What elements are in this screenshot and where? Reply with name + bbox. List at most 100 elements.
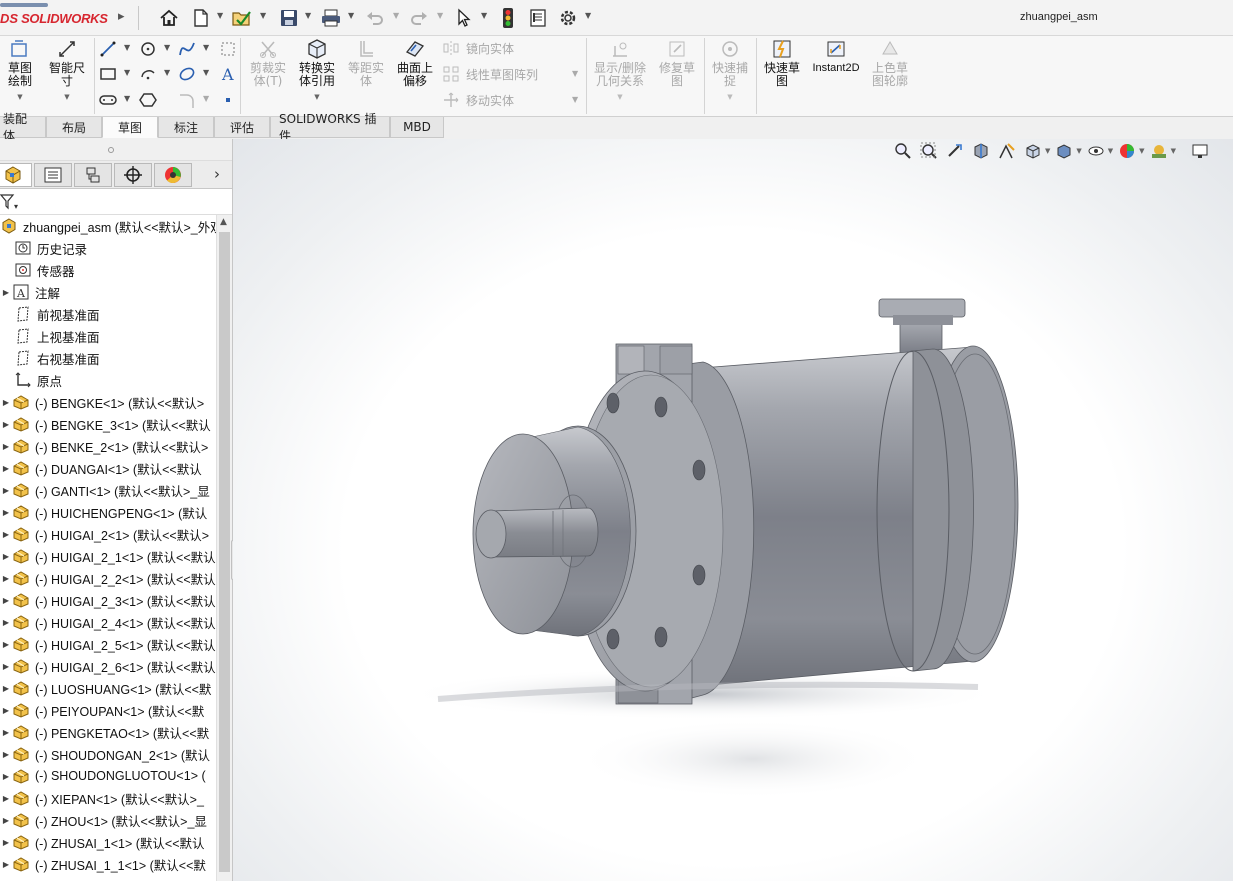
solidworks-logo[interactable]: DS SOLIDWORKS — [0, 8, 108, 28]
chevron-up-icon[interactable]: ▲ — [220, 217, 227, 227]
expand-icon[interactable]: ▶ — [0, 838, 12, 847]
expand-icon[interactable]: ▶ — [0, 530, 12, 539]
tree-item[interactable]: 传感器 — [0, 259, 216, 281]
tree-component-item[interactable]: ▶ (-) HUIGAI_2_5<1> (默认<<默认 — [0, 633, 216, 655]
expand-icon[interactable]: ▶ — [0, 288, 12, 297]
chevron-right-icon[interactable]: › — [214, 165, 220, 183]
chevron-down-icon[interactable]: ▼ — [124, 94, 130, 103]
tree-item[interactable]: 右视基准面 — [0, 347, 216, 369]
chevron-down-icon[interactable]: ▼ — [348, 11, 354, 20]
display-manager-icon[interactable] — [154, 163, 192, 187]
tree-component-item[interactable]: ▶ (-) HUIGAI_2_3<1> (默认<<默认 — [0, 589, 216, 611]
chevron-down-icon[interactable]: ▼ — [203, 94, 209, 103]
tab-solidworks-addins[interactable]: SOLIDWORKS 插件 — [270, 112, 390, 143]
expand-icon[interactable]: ▶ — [0, 464, 12, 473]
tree-item[interactable]: 历史记录 — [0, 237, 216, 259]
tree-component-item[interactable]: ▶ (-) HUICHENGPENG<1> (默认 — [0, 501, 216, 523]
print-icon[interactable] — [320, 7, 342, 29]
configuration-manager-icon[interactable] — [74, 163, 112, 187]
tree-item[interactable]: 原点 — [0, 369, 216, 391]
tab-markup[interactable]: 标注 — [158, 117, 214, 138]
chevron-down-icon[interactable]: ▼ — [393, 11, 399, 20]
feature-manager-icon[interactable] — [0, 163, 32, 187]
save-icon[interactable] — [278, 7, 300, 29]
offset-on-surface-button[interactable]: 曲面上偏移 — [392, 38, 438, 88]
scrollbar-thumb[interactable] — [219, 232, 230, 872]
expand-icon[interactable]: ▶ — [0, 794, 12, 803]
circle-icon[interactable] — [137, 38, 159, 60]
select-icon[interactable] — [453, 7, 475, 29]
display-relations-button[interactable]: 显示/删除几何关系 ▼ — [590, 38, 650, 104]
slot-icon[interactable] — [97, 89, 119, 111]
chevron-down-icon[interactable]: ▼ — [203, 68, 209, 77]
tree-component-item[interactable]: ▶ (-) LUOSHUANG<1> (默认<<默 — [0, 677, 216, 699]
chevron-down-icon[interactable]: ▼ — [217, 11, 223, 20]
tree-component-item[interactable]: ▶ (-) ZHUSAI_1<1> (默认<<默认 — [0, 831, 216, 853]
tree-component-item[interactable]: ▶ (-) HUIGAI_2_4<1> (默认<<默认 — [0, 611, 216, 633]
expand-icon[interactable]: ▶ — [0, 684, 12, 693]
expand-icon[interactable]: ▶ — [0, 574, 12, 583]
tab-mbd[interactable]: MBD — [390, 117, 444, 138]
line-icon[interactable] — [97, 38, 119, 60]
tree-component-item[interactable]: ▶ (-) XIEPAN<1> (默认<<默认>_ — [0, 787, 216, 809]
shaded-sketch-button[interactable]: 上色草图轮廓 — [868, 38, 912, 88]
tree-component-item[interactable]: ▶ (-) SHOUDONGLUOTOU<1> ( — [0, 765, 216, 787]
expand-icon[interactable]: ▶ — [0, 816, 12, 825]
chevron-down-icon[interactable]: ▼ — [164, 68, 170, 77]
tree-scrollbar[interactable]: ▲ — [216, 215, 232, 881]
chevron-down-icon[interactable]: ▼ — [572, 95, 578, 104]
tree-item[interactable]: 上视基准面 — [0, 325, 216, 347]
redo-icon[interactable] — [408, 7, 430, 29]
expand-icon[interactable]: ▶ — [0, 618, 12, 627]
offset-entities-button[interactable]: 等距实体 — [344, 38, 388, 88]
tree-component-item[interactable]: ▶ (-) BENGKE<1> (默认<<默认> — [0, 391, 216, 413]
tree-root[interactable]: zhuangpei_asm (默认<<默认>_外观 — [0, 215, 216, 237]
chevron-down-icon[interactable]: ▼ — [124, 68, 130, 77]
undo-icon[interactable] — [364, 7, 386, 29]
expand-icon[interactable]: ▶ — [0, 398, 12, 407]
quick-snaps-button[interactable]: 快速捕捉 ▼ — [708, 38, 752, 104]
move-entities-button[interactable]: 移动实体 — [442, 91, 514, 109]
tree-component-item[interactable]: ▶ (-) ZHOU<1> (默认<<默认>_显 — [0, 809, 216, 831]
expand-icon[interactable]: ▶ — [0, 508, 12, 517]
tree-item[interactable]: ▶ A 注解 — [0, 281, 216, 303]
file-properties-icon[interactable] — [527, 7, 549, 29]
property-manager-icon[interactable] — [34, 163, 72, 187]
open-icon[interactable] — [231, 7, 253, 29]
spline-icon[interactable] — [176, 38, 198, 60]
chevron-down-icon[interactable]: ▼ — [572, 69, 578, 78]
menu-expand-icon[interactable]: ▸ — [118, 9, 125, 24]
expand-icon[interactable]: ▶ — [0, 486, 12, 495]
tree-component-item[interactable]: ▶ (-) GANTI<1> (默认<<默认>_显 — [0, 479, 216, 501]
tree-component-item[interactable]: ▶ (-) PEIYOUPAN<1> (默认<<默 — [0, 699, 216, 721]
tree-component-item[interactable]: ▶ (-) PENGKETAO<1> (默认<<默 — [0, 721, 216, 743]
construction-geometry-icon[interactable] — [217, 38, 239, 60]
graphics-viewport[interactable]: ▼ ▼ ▼ ▼ ▼ — [233, 139, 1233, 881]
rectangle-icon[interactable] — [97, 63, 119, 85]
ellipse-icon[interactable] — [176, 63, 198, 85]
chevron-down-icon[interactable]: ▼ — [481, 11, 487, 20]
tree-component-item[interactable]: ▶ (-) HUIGAI_2_1<1> (默认<<默认 — [0, 545, 216, 567]
assembly-3d-model[interactable] — [233, 139, 1233, 881]
tree-component-item[interactable]: ▶ (-) DUANGAI<1> (默认<<默认 — [0, 457, 216, 479]
dimxpert-icon[interactable] — [114, 163, 152, 187]
options-icon[interactable] — [557, 7, 579, 29]
chevron-down-icon[interactable]: ▼ — [437, 11, 443, 20]
tab-evaluate[interactable]: 评估 — [214, 117, 270, 138]
polygon-icon[interactable] — [137, 89, 159, 111]
tree-component-item[interactable]: ▶ (-) HUIGAI_2<1> (默认<<默认> — [0, 523, 216, 545]
tree-item[interactable]: 前视基准面 — [0, 303, 216, 325]
mirror-entities-button[interactable]: 镜向实体 — [442, 39, 514, 57]
chevron-down-icon[interactable]: ▼ — [260, 11, 266, 20]
new-document-icon[interactable] — [190, 7, 212, 29]
chevron-down-icon[interactable]: ▼ — [164, 43, 170, 52]
convert-entities-button[interactable]: 转换实体引用 ▼ — [294, 38, 340, 104]
tab-layout[interactable]: 布局 — [46, 117, 102, 138]
expand-icon[interactable]: ▶ — [0, 750, 12, 759]
tree-component-item[interactable]: ▶ (-) ZHUSAI_1_1<1> (默认<<默 — [0, 853, 216, 875]
home-icon[interactable] — [158, 7, 180, 29]
tree-component-item[interactable]: ▶ (-) BENKE_2<1> (默认<<默认> — [0, 435, 216, 457]
linear-pattern-button[interactable]: 线性草图阵列 — [442, 65, 538, 83]
expand-icon[interactable]: ▶ — [0, 442, 12, 451]
expand-icon[interactable]: ▶ — [0, 772, 12, 781]
